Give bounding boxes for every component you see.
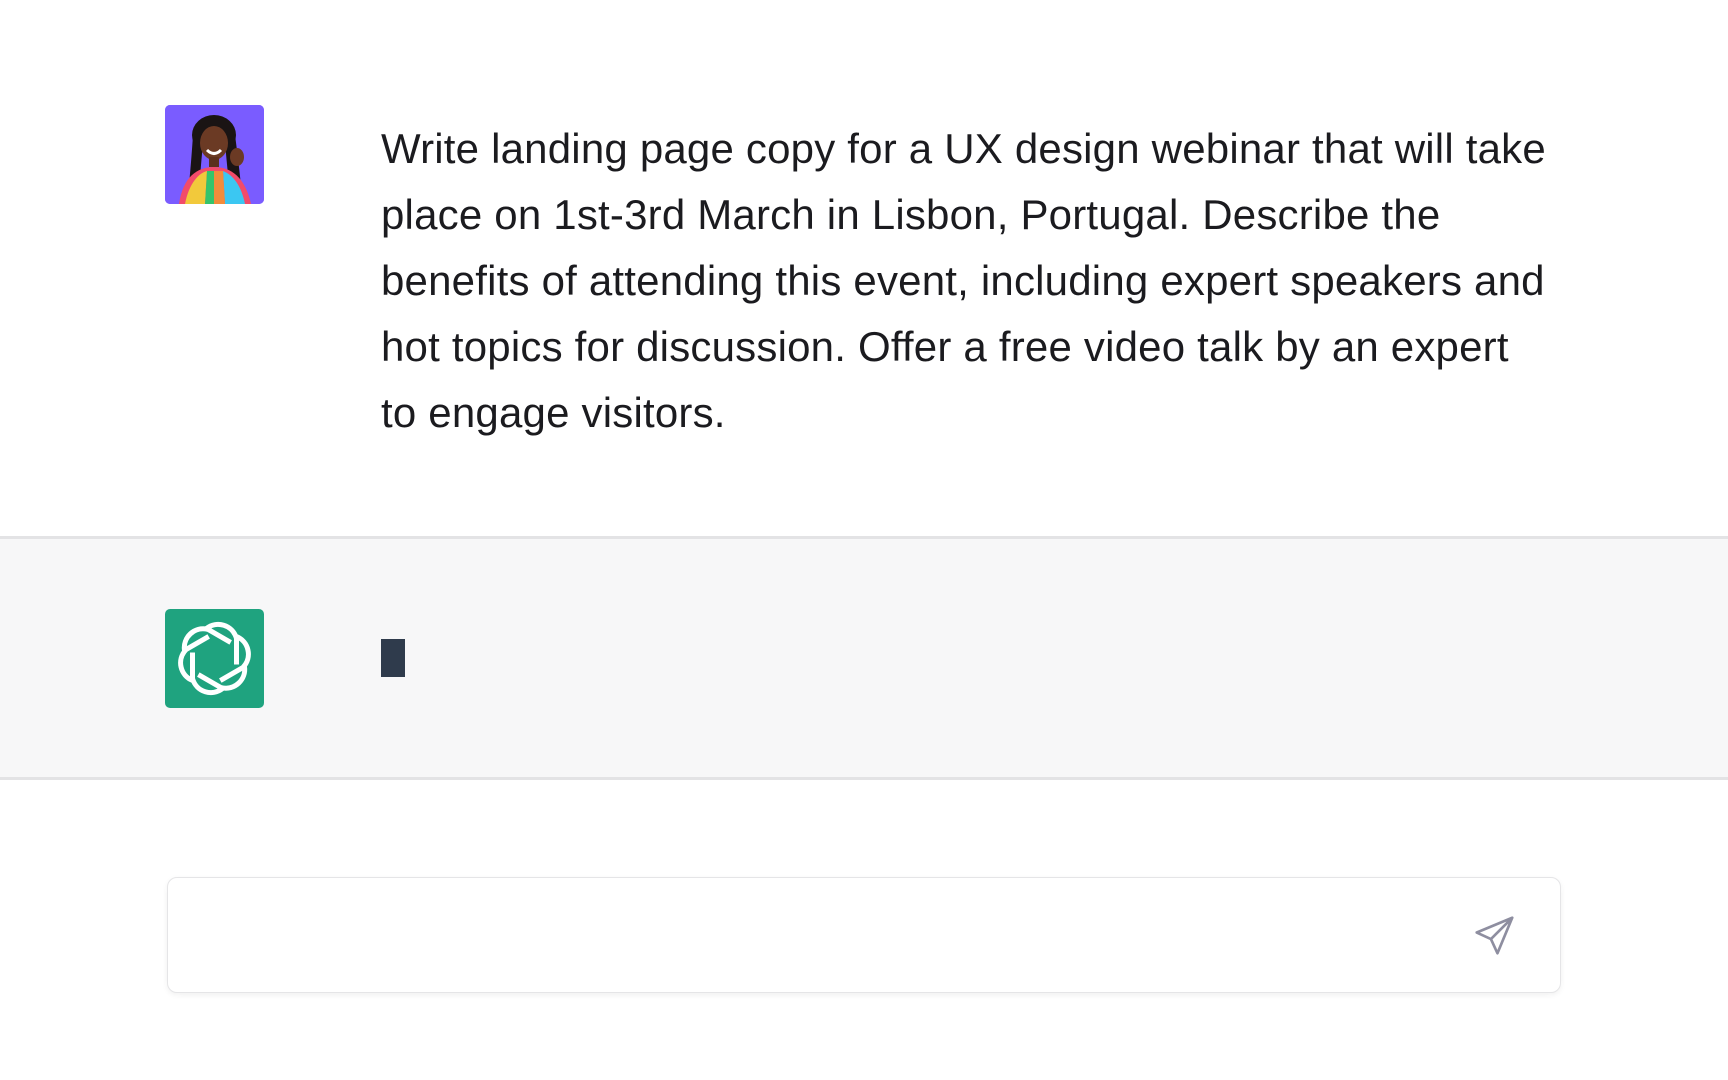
message-input[interactable] xyxy=(188,898,1438,974)
user-avatar xyxy=(165,105,264,204)
user-avatar-photo xyxy=(165,105,264,204)
user-message-row: Write landing page copy for a UX design … xyxy=(0,0,1728,537)
assistant-avatar xyxy=(165,609,264,708)
assistant-message-row xyxy=(0,539,1728,777)
divider xyxy=(0,777,1728,780)
openai-logo-icon xyxy=(178,621,251,696)
typing-cursor xyxy=(381,639,405,677)
send-icon xyxy=(1475,916,1514,955)
send-button[interactable] xyxy=(1468,910,1520,962)
user-message-text: Write landing page copy for a UX design … xyxy=(381,125,1558,436)
chat-page: Write landing page copy for a UX design … xyxy=(0,0,1728,1080)
message-composer[interactable] xyxy=(167,877,1561,993)
